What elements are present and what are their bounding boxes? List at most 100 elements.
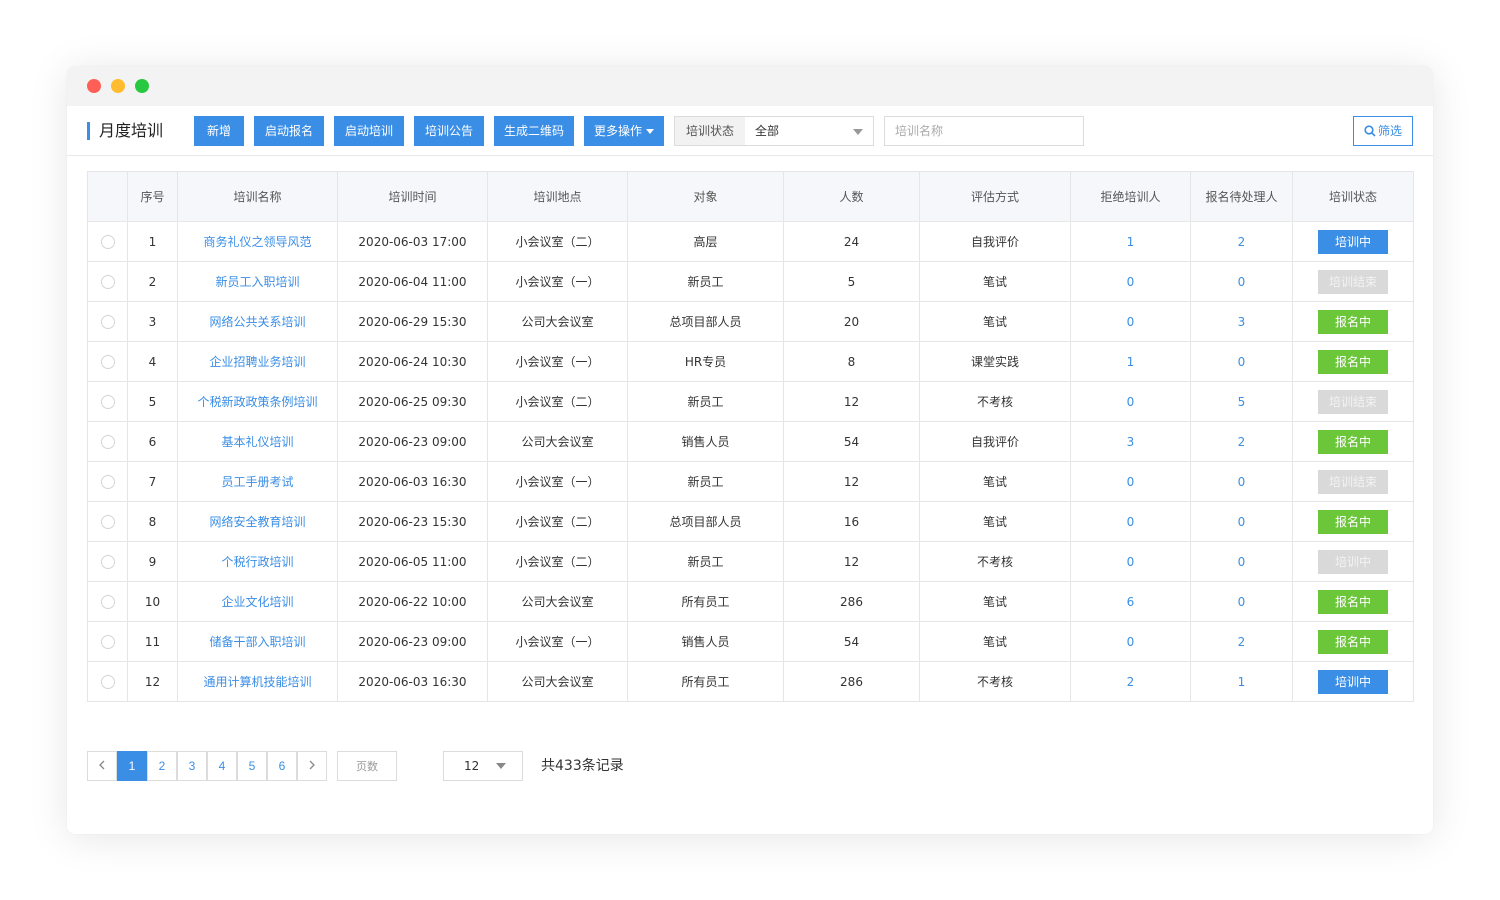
cell-assessment: 自我评价 [919,421,1071,462]
status-badge[interactable]: 培训结束 [1318,389,1388,414]
row-select-radio[interactable] [100,434,115,449]
status-badge[interactable]: 报名中 [1318,629,1388,654]
cell-target: 销售人员 [627,421,784,462]
cell-refused[interactable]: 1 [1070,221,1191,262]
start-registration-button[interactable]: 启动报名 [254,116,324,146]
cell-name[interactable]: 网络安全教育培训 [177,501,338,542]
cell-count: 12 [783,541,920,582]
cell-refused[interactable]: 0 [1070,301,1191,342]
cell-pending[interactable]: 2 [1190,621,1293,662]
cell-name[interactable]: 企业文化培训 [177,581,338,622]
page-number-input[interactable] [337,751,397,781]
cell-location: 公司大会议室 [487,421,628,462]
cell-pending[interactable]: 2 [1190,221,1293,262]
cell-name[interactable]: 通用计算机技能培训 [177,661,338,702]
header-name: 培训名称 [177,171,338,222]
cell-index: 8 [127,501,178,542]
status-badge[interactable]: 报名中 [1318,509,1388,534]
minimize-window-button[interactable] [111,79,125,93]
cell-refused[interactable]: 0 [1070,381,1191,422]
status-badge[interactable]: 报名中 [1318,589,1388,614]
cell-status: 报名中 [1292,621,1414,662]
cell-name[interactable]: 储备干部入职培训 [177,621,338,662]
status-badge[interactable]: 报名中 [1318,429,1388,454]
cell-refused[interactable]: 3 [1070,421,1191,462]
more-actions-button[interactable]: 更多操作 [584,116,664,146]
cell-name[interactable]: 个税行政培训 [177,541,338,582]
next-page-button[interactable] [297,751,327,781]
maximize-window-button[interactable] [135,79,149,93]
row-select-radio[interactable] [100,394,115,409]
row-select-radio[interactable] [100,674,115,689]
status-badge[interactable]: 培训中 [1318,669,1388,694]
cell-name[interactable]: 基本礼仪培训 [177,421,338,462]
cell-name[interactable]: 新员工入职培训 [177,261,338,302]
cell-pending[interactable]: 0 [1190,341,1293,382]
row-select-radio[interactable] [100,274,115,289]
cell-name[interactable]: 员工手册考试 [177,461,338,502]
cell-refused[interactable]: 0 [1070,501,1191,542]
cell-target: 新员工 [627,541,784,582]
cell-name[interactable]: 企业招聘业务培训 [177,341,338,382]
cell-refused[interactable]: 0 [1070,461,1191,502]
close-window-button[interactable] [87,79,101,93]
cell-select [87,221,128,262]
cell-location: 公司大会议室 [487,661,628,702]
cell-pending[interactable]: 2 [1190,421,1293,462]
add-button[interactable]: 新增 [194,116,244,146]
cell-pending[interactable]: 0 [1190,461,1293,502]
cell-name[interactable]: 网络公共关系培训 [177,301,338,342]
start-training-button[interactable]: 启动培训 [334,116,404,146]
page-button-5[interactable]: 5 [237,751,267,781]
row-select-radio[interactable] [100,594,115,609]
row-select-radio[interactable] [100,474,115,489]
page-button-3[interactable]: 3 [177,751,207,781]
filter-button[interactable]: 筛选 [1353,116,1413,146]
row-select-radio[interactable] [100,234,115,249]
row-select-radio[interactable] [100,314,115,329]
row-select-radio[interactable] [100,634,115,649]
cell-location: 小会议室（二） [487,381,628,422]
page-button-1[interactable]: 1 [117,751,147,781]
cell-pending[interactable]: 0 [1190,501,1293,542]
table-row: 4 企业招聘业务培训 2020-06-24 10:30 小会议室（一） HR专员 8 课堂实… [87,341,1414,382]
page-button-6[interactable]: 6 [267,751,297,781]
cell-refused[interactable]: 0 [1070,621,1191,662]
status-badge[interactable]: 报名中 [1318,309,1388,334]
cell-pending[interactable]: 0 [1190,261,1293,302]
row-select-radio[interactable] [100,554,115,569]
page-button-2[interactable]: 2 [147,751,177,781]
status-badge[interactable]: 报名中 [1318,349,1388,374]
cell-refused[interactable]: 0 [1070,541,1191,582]
status-badge[interactable]: 培训中 [1318,549,1388,574]
cell-count: 5 [783,261,920,302]
toolbar: 月度培训 新增 启动报名 启动培训 培训公告 生成二维码 更多操作 培训状态 全… [67,106,1433,156]
table-row: 5 个税新政政策条例培训 2020-06-25 09:30 小会议室（二） 新员工 12 不… [87,381,1414,422]
status-badge[interactable]: 培训中 [1318,229,1388,254]
cell-name[interactable]: 商务礼仪之领导风范 [177,221,338,262]
page-button-4[interactable]: 4 [207,751,237,781]
cell-refused[interactable]: 1 [1070,341,1191,382]
row-select-radio[interactable] [100,354,115,369]
cell-refused[interactable]: 6 [1070,581,1191,622]
prev-page-button[interactable] [87,751,117,781]
cell-refused[interactable]: 2 [1070,661,1191,702]
cell-time: 2020-06-23 09:00 [337,421,488,462]
status-badge[interactable]: 培训结束 [1318,469,1388,494]
training-notice-button[interactable]: 培训公告 [414,116,484,146]
status-select[interactable]: 培训状态 全部 [674,116,874,146]
training-name-input[interactable] [884,116,1084,146]
cell-name[interactable]: 个税新政政策条例培训 [177,381,338,422]
row-select-radio[interactable] [100,514,115,529]
cell-pending[interactable]: 1 [1190,661,1293,702]
cell-pending[interactable]: 5 [1190,381,1293,422]
cell-pending[interactable]: 0 [1190,581,1293,622]
page-size-select[interactable]: 12 [443,751,523,781]
cell-pending[interactable]: 3 [1190,301,1293,342]
cell-refused[interactable]: 0 [1070,261,1191,302]
cell-time: 2020-06-23 15:30 [337,501,488,542]
status-badge[interactable]: 培训结束 [1318,269,1388,294]
generate-qrcode-button[interactable]: 生成二维码 [494,116,574,146]
cell-pending[interactable]: 0 [1190,541,1293,582]
cell-location: 小会议室（二） [487,221,628,262]
